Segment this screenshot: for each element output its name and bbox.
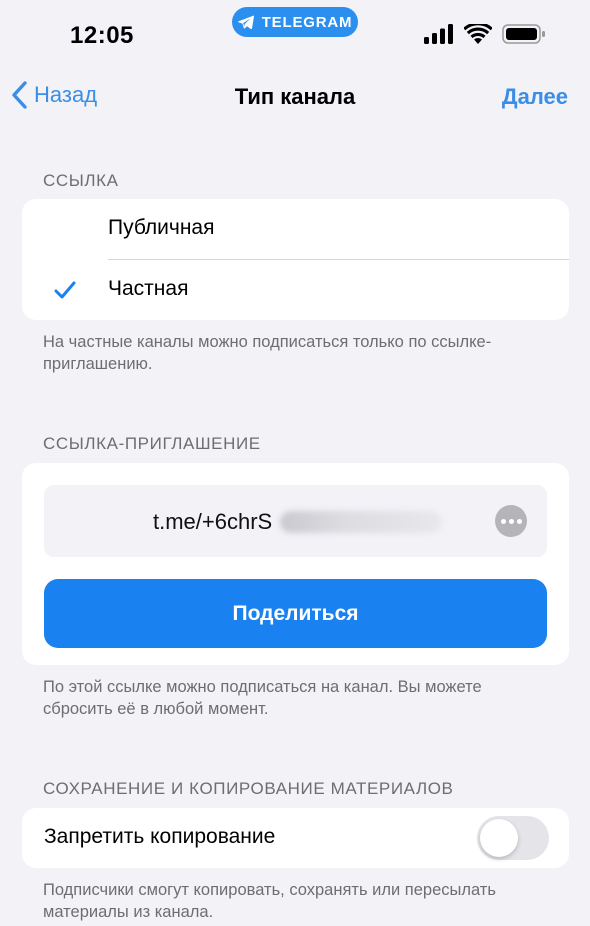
section-header-invite: ССЫЛКА-ПРИГЛАШЕНИЕ <box>43 434 261 453</box>
link-footnote: На частные каналы можно подписаться толь… <box>43 333 492 373</box>
status-bar: 12:05 TELEGRAM <box>0 0 590 70</box>
status-time: 12:05 <box>70 22 134 49</box>
link-type-card: Публичная Частная <box>22 199 569 320</box>
system-icons <box>424 24 546 44</box>
signal-icon <box>424 24 453 44</box>
section-header-saving: СОХРАНЕНИЕ И КОПИРОВАНИЕ МАТЕРИАЛОВ <box>43 779 454 798</box>
invite-footnote: По этой ссылке можно подписаться на кана… <box>43 678 482 718</box>
section-header-link: ССЫЛКА <box>43 171 119 190</box>
redacted-link-blur <box>280 511 442 533</box>
invite-link-card: t.me/+6chrS Поделиться <box>22 463 569 665</box>
copy-protection-card: Запретить копирование <box>22 808 569 868</box>
invite-link-text: t.me/+6chrS <box>153 509 273 534</box>
navigation-bar: Назад Тип канала Далее <box>0 70 590 126</box>
saving-footnote: Подписчики смогут копировать, сохранять … <box>43 881 496 921</box>
battery-icon <box>502 24 545 44</box>
more-dots-icon <box>508 518 514 524</box>
option-public-label: Публичная <box>108 216 215 239</box>
checkmark-icon <box>54 281 76 299</box>
telegram-pill-label: TELEGRAM <box>261 13 353 31</box>
option-private[interactable]: Частная <box>22 260 569 320</box>
telegram-pill[interactable]: TELEGRAM <box>232 7 358 37</box>
toggle-knob <box>480 819 518 857</box>
wifi-icon <box>464 24 492 44</box>
invite-link-field[interactable]: t.me/+6chrS <box>44 485 547 557</box>
more-dots-icon <box>516 518 522 524</box>
telegram-icon <box>237 15 254 29</box>
option-private-label: Частная <box>108 277 189 300</box>
share-button[interactable]: Поделиться <box>44 579 547 648</box>
restrict-copy-label: Запретить копирование <box>44 825 276 848</box>
more-options-button[interactable] <box>495 505 527 537</box>
more-dots-icon <box>500 518 506 524</box>
option-public[interactable]: Публичная <box>22 199 569 260</box>
restrict-copy-toggle[interactable] <box>477 816 549 860</box>
next-button[interactable]: Далее <box>502 84 568 110</box>
